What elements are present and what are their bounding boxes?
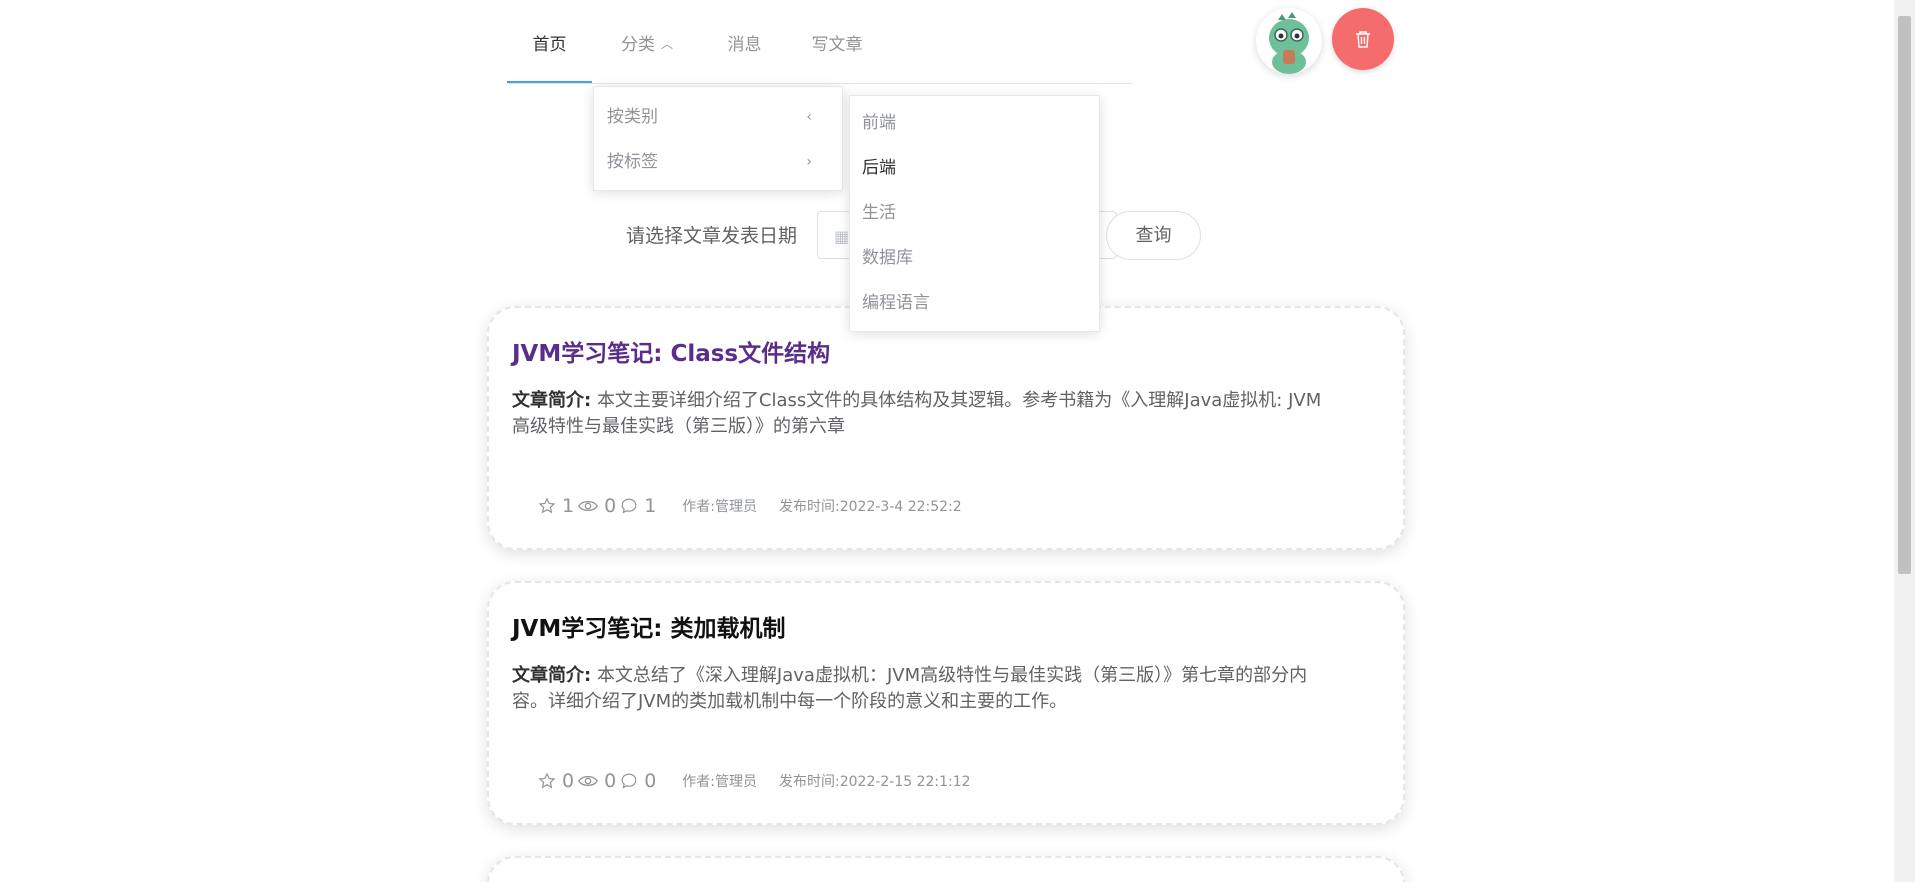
chevron-left-icon: ‹ bbox=[806, 109, 812, 125]
comment-count: 0 bbox=[644, 770, 657, 792]
view-icon bbox=[578, 498, 599, 514]
star-count: 0 bbox=[562, 770, 575, 792]
description-text: 本文总结了《深入理解Java虚拟机：JVM高级特性与最佳实践（第三版）》第七章的… bbox=[512, 665, 1308, 712]
category-item-frontend[interactable]: 前端 bbox=[850, 101, 1099, 145]
delete-button[interactable] bbox=[1332, 8, 1394, 70]
star-count: 1 bbox=[562, 495, 575, 517]
article-title[interactable]: JVM学习笔记: Class文件结构 bbox=[512, 334, 830, 368]
submenu-item-by-category[interactable]: 按类别 ‹ bbox=[594, 95, 842, 140]
view-count: 0 bbox=[604, 495, 617, 517]
comment-icon[interactable] bbox=[620, 772, 638, 790]
star-icon[interactable] bbox=[538, 772, 556, 790]
nav-item-label: 消息 bbox=[727, 35, 762, 55]
article-meta: 0 0 0 作者:管理员 发布时间:2022-2-15 22:1:12 bbox=[538, 767, 971, 795]
nav-item-messages[interactable]: 消息 bbox=[702, 0, 787, 83]
main-nav: 首页 分类 ︿ 消息 写文章 bbox=[507, 0, 1132, 84]
nav-item-write-article[interactable]: 写文章 bbox=[787, 0, 887, 83]
nav-item-label: 写文章 bbox=[811, 35, 863, 55]
article-card bbox=[487, 856, 1405, 882]
article-author: 作者:管理员 bbox=[682, 774, 757, 790]
article-author: 作者:管理员 bbox=[682, 499, 757, 515]
nav-item-home[interactable]: 首页 bbox=[507, 0, 592, 83]
category-item-database[interactable]: 数据库 bbox=[850, 236, 1099, 280]
description-text: 本文主要详细介绍了Class文件的具体结构及其逻辑。参考书籍为《入理解Java虚… bbox=[512, 390, 1322, 437]
article-card: JVM学习笔记: Class文件结构 文章简介: 本文主要详细介绍了Class文… bbox=[487, 306, 1405, 550]
nav-item-label: 首页 bbox=[532, 35, 567, 55]
page-scrollbar[interactable] bbox=[1894, 0, 1915, 882]
dinosaur-avatar-icon bbox=[1269, 12, 1309, 74]
category-item-life[interactable]: 生活 bbox=[850, 191, 1099, 235]
scrollbar-thumb[interactable] bbox=[1898, 16, 1911, 574]
category-item-backend[interactable]: 后端 bbox=[850, 146, 1099, 190]
star-icon[interactable] bbox=[538, 497, 556, 515]
category-item-programming-language[interactable]: 编程语言 bbox=[850, 281, 1099, 325]
chevron-right-icon: › bbox=[806, 154, 812, 170]
chevron-up-icon: ︿ bbox=[660, 37, 673, 51]
view-count: 0 bbox=[604, 770, 617, 792]
article-publish-time: 发布时间:2022-3-4 22:52:2 bbox=[779, 499, 962, 515]
nav-item-label: 分类 bbox=[620, 35, 655, 55]
view-icon bbox=[578, 773, 599, 789]
date-filter-label: 请选择文章发表日期 bbox=[626, 225, 798, 247]
submenu-item-label: 按标签 bbox=[607, 152, 658, 172]
nav-item-category[interactable]: 分类 ︿ bbox=[592, 0, 702, 83]
trash-icon bbox=[1356, 31, 1370, 48]
article-meta: 1 0 1 作者:管理员 发布时间:2022-3-4 22:52:2 bbox=[538, 492, 962, 520]
description-label: 文章简介: bbox=[512, 665, 592, 686]
article-publish-time: 发布时间:2022-2-15 22:1:12 bbox=[779, 774, 971, 790]
article-title[interactable]: JVM学习笔记: 类加载机制 bbox=[512, 609, 785, 643]
submenu-item-by-tag[interactable]: 按标签 › bbox=[594, 140, 842, 185]
category-list-panel: 前端 后端 生活 数据库 编程语言 bbox=[849, 95, 1100, 332]
comment-icon[interactable] bbox=[620, 497, 638, 515]
user-avatar[interactable] bbox=[1256, 8, 1322, 74]
calendar-icon: ▦ bbox=[834, 227, 850, 246]
category-dropdown: 按类别 ‹ 按标签 › bbox=[593, 86, 843, 191]
comment-count: 1 bbox=[644, 495, 657, 517]
query-button[interactable]: 查询 bbox=[1106, 211, 1201, 260]
article-description: 文章简介: 本文总结了《深入理解Java虚拟机：JVM高级特性与最佳实践（第三版… bbox=[512, 663, 1322, 715]
article-card: JVM学习笔记: 类加载机制 文章简介: 本文总结了《深入理解Java虚拟机：J… bbox=[487, 581, 1405, 825]
description-label: 文章简介: bbox=[512, 390, 592, 411]
article-description: 文章简介: 本文主要详细介绍了Class文件的具体结构及其逻辑。参考书籍为《入理… bbox=[512, 388, 1322, 440]
submenu-item-label: 按类别 bbox=[607, 107, 658, 127]
